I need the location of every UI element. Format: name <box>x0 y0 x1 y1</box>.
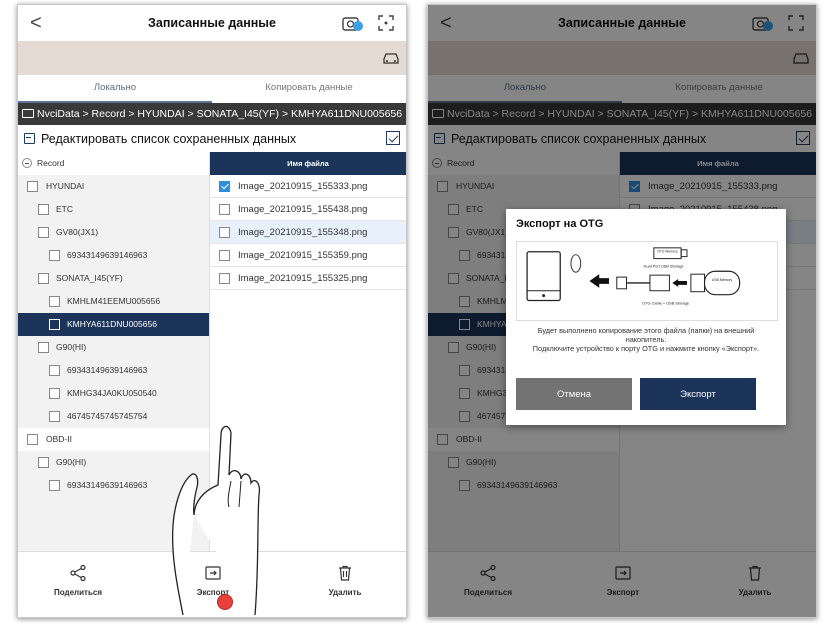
tree-row[interactable]: HYUNDAI <box>18 175 209 198</box>
checkbox[interactable] <box>49 411 60 422</box>
checkbox[interactable] <box>49 480 60 491</box>
checkbox[interactable] <box>27 434 38 445</box>
checkbox[interactable] <box>219 204 230 215</box>
edit-list-row: Редактировать список сохраненных данных <box>18 125 406 152</box>
scan-icon[interactable] <box>378 15 394 31</box>
checkbox[interactable] <box>219 273 230 284</box>
edit-list-label: Редактировать список сохраненных данных <box>41 132 297 146</box>
tree-row[interactable]: GV80(JX1) <box>18 221 209 244</box>
file-row[interactable]: Image_20210915_155333.png <box>210 175 406 198</box>
cancel-button[interactable]: Отмена <box>516 378 632 410</box>
tree-row[interactable]: ETC <box>18 198 209 221</box>
tree-row[interactable]: SONATA_I45(YF) <box>18 267 209 290</box>
tree-row[interactable]: G90(HI) <box>18 336 209 359</box>
dialog-message: Будет выполнено копирование этого файла … <box>532 326 760 353</box>
otg-memory-label: OTG Memory <box>657 250 678 254</box>
tab-local[interactable]: Локально <box>18 75 212 103</box>
breadcrumb-path: NvciData > Record > HYUNDAI > SONATA_I45… <box>37 108 403 120</box>
checkbox[interactable] <box>49 365 60 376</box>
share-icon <box>70 564 86 582</box>
checkbox[interactable] <box>38 457 49 468</box>
vehicle-bar <box>18 41 406 75</box>
tree-row[interactable]: 69343149639146963 <box>18 244 209 267</box>
delete-button[interactable]: Удалить <box>300 564 390 597</box>
tree-row-selected[interactable]: KMHYA611DNU005656 <box>18 313 209 336</box>
checkbox[interactable] <box>38 273 49 284</box>
file-list-header: Имя файла <box>210 152 406 175</box>
checkbox[interactable] <box>38 227 49 238</box>
folder-icon <box>22 109 34 118</box>
dual-port-label: Dual Port USB Storage <box>644 263 684 268</box>
tab-copy-data[interactable]: Копировать данные <box>212 75 406 103</box>
share-button[interactable]: Поделиться <box>33 564 123 597</box>
checkbox[interactable] <box>49 296 60 307</box>
checkbox[interactable] <box>219 227 230 238</box>
hand-pointer-icon <box>171 425 261 615</box>
breadcrumb: NvciData > Record > HYUNDAI > SONATA_I45… <box>18 103 406 125</box>
tree-row[interactable]: 69343149639146963 <box>18 359 209 382</box>
checkbox[interactable] <box>38 342 49 353</box>
file-row[interactable]: Image_20210915_155348.png <box>210 221 406 244</box>
screen-right: < Записанные данные Локально Копировать … <box>427 4 817 618</box>
checkbox[interactable] <box>27 181 38 192</box>
checkbox[interactable] <box>49 250 60 261</box>
file-row[interactable]: Image_20210915_155438.png <box>210 198 406 221</box>
checkbox[interactable] <box>219 250 230 261</box>
file-row[interactable]: Image_20210915_155359.png <box>210 244 406 267</box>
otg-cable-label: OTG Cable + USB Storage <box>642 300 689 305</box>
tree-row-record[interactable]: Record <box>18 152 209 175</box>
export-confirm-button[interactable]: Экспорт <box>640 378 756 410</box>
edit-list-icon[interactable] <box>24 133 35 144</box>
screen-left: < Записанные данные Локально Копировать … <box>17 4 407 618</box>
checkbox[interactable] <box>49 388 60 399</box>
file-row[interactable]: Image_20210915_155325.png <box>210 267 406 290</box>
tree-row[interactable]: KMHLM41EEMU005656 <box>18 290 209 313</box>
tab-bar: Локально Копировать данные <box>18 75 406 103</box>
usb-memory-label: USB Memory <box>712 278 733 282</box>
checkbox-checked[interactable] <box>219 181 230 192</box>
dialog-title: Экспорт на OTG <box>516 218 604 230</box>
select-all-checkbox[interactable] <box>386 131 400 145</box>
checkbox[interactable] <box>49 319 60 330</box>
collapse-icon[interactable] <box>22 158 32 168</box>
trash-icon <box>339 565 351 581</box>
car-icon[interactable] <box>382 51 400 65</box>
checkbox[interactable] <box>38 204 49 215</box>
camera-icon[interactable] <box>342 15 364 31</box>
tree-row[interactable]: KMHG34JA0KU050540 <box>18 382 209 405</box>
top-bar: < Записанные данные <box>18 5 406 41</box>
otg-connection-illustration: OTG Memory Dual Port USB Storage USB Mem… <box>516 241 778 321</box>
export-otg-dialog: Экспорт на OTG OTG Memory Dual Port USB … <box>506 209 786 425</box>
